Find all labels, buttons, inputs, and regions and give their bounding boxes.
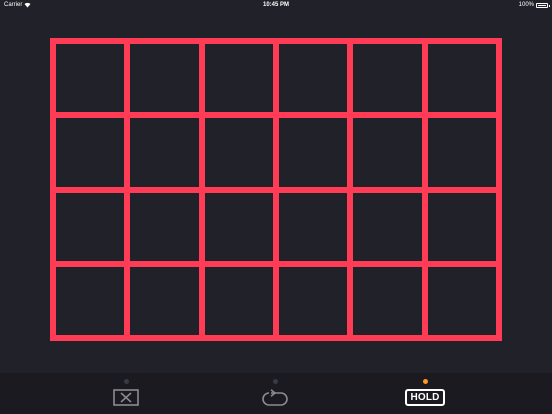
hold-label: HOLD: [405, 389, 445, 406]
grid-cell[interactable]: [353, 266, 422, 335]
app-screen: Carrier 10:45 PM 100% HOLD: [0, 0, 552, 414]
battery-icon: [536, 2, 550, 8]
grid-cell[interactable]: [130, 266, 199, 335]
grid-cell[interactable]: [279, 118, 348, 187]
grid-cell[interactable]: [353, 192, 422, 261]
grid-cell[interactable]: [279, 192, 348, 261]
grid-cell[interactable]: [130, 192, 199, 261]
grid-cell[interactable]: [427, 118, 496, 187]
grid-cell[interactable]: [204, 266, 273, 335]
grid-cell[interactable]: [279, 266, 348, 335]
clock: 10:45 PM: [262, 2, 289, 8]
grid-cell[interactable]: [204, 118, 273, 187]
clear-indicator: [123, 379, 129, 384]
status-right: 100%: [518, 0, 550, 10]
hold-indicator: [422, 379, 428, 384]
grid-cell[interactable]: [130, 44, 199, 113]
hold-button[interactable]: HOLD: [405, 373, 445, 414]
grid-cell[interactable]: [427, 266, 496, 335]
grid-cell[interactable]: [56, 118, 125, 187]
grid-cell[interactable]: [56, 266, 125, 335]
grid-cell[interactable]: [130, 118, 199, 187]
grid-cell[interactable]: [427, 192, 496, 261]
clear-icon: [113, 389, 139, 406]
grid-cell[interactable]: [353, 44, 422, 113]
grid-cell[interactable]: [427, 44, 496, 113]
grid-cell[interactable]: [204, 44, 273, 113]
grid-cell[interactable]: [56, 44, 125, 113]
grid-cell[interactable]: [204, 192, 273, 261]
grid-cell[interactable]: [353, 118, 422, 187]
loop-icon: [262, 389, 288, 406]
battery-percent: 100%: [518, 2, 534, 8]
loop-indicator: [272, 379, 278, 384]
bottom-toolbar: HOLD: [0, 373, 552, 414]
grid-cell[interactable]: [56, 192, 125, 261]
clear-button[interactable]: [112, 373, 140, 414]
pad-grid[interactable]: [50, 38, 502, 341]
status-bar: Carrier 10:45 PM 100%: [0, 0, 552, 10]
loop-button[interactable]: [260, 373, 290, 414]
grid-cell[interactable]: [279, 44, 348, 113]
